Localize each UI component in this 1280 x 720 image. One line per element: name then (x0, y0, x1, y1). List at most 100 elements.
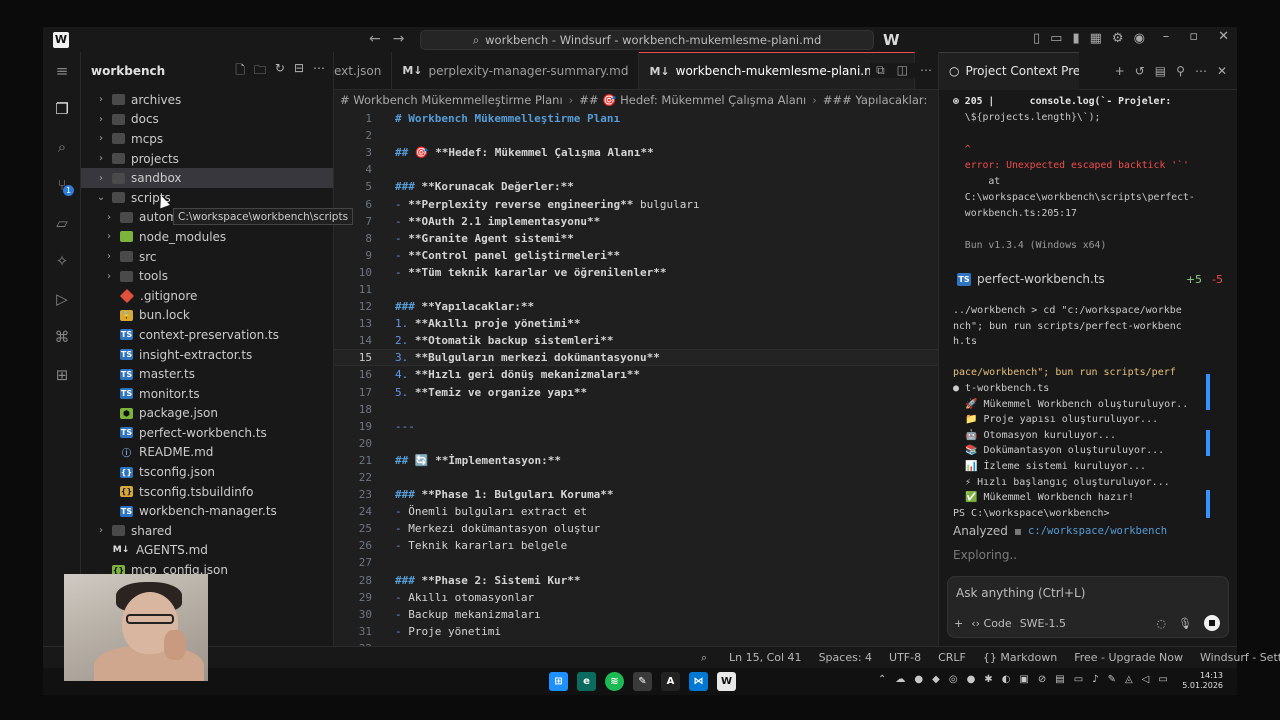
run-debug-icon[interactable]: ▷ (43, 280, 81, 318)
tree-item[interactable]: M↓ AGENTS.md (81, 541, 333, 561)
code-line[interactable]: 25- Merkezi dokümantasyon oluştur (334, 520, 938, 537)
tree-item[interactable]: › node_modules (81, 227, 333, 247)
toggle-sidebar-icon[interactable]: ▯ (1033, 31, 1040, 46)
code-line[interactable]: 24- Önemli bulguları extract et (334, 503, 938, 520)
refresh-icon[interactable]: ↻ (275, 61, 285, 82)
code-line[interactable]: 29- Akıllı otomasyonlar (334, 589, 938, 606)
command-center-search[interactable]: ⌕ workbench - Windsurf - workbench-mukem… (420, 30, 874, 50)
code-line[interactable]: 18 (334, 401, 938, 418)
code-line[interactable]: 11 (334, 281, 938, 298)
account-icon[interactable]: ◉ (1134, 31, 1145, 46)
new-folder-icon[interactable]: 🗀 (254, 61, 266, 82)
search-view-icon[interactable]: ⌕ (43, 128, 81, 166)
add-context-icon[interactable]: + (954, 617, 963, 630)
tray-app-icon[interactable]: ◆ (932, 674, 940, 685)
indentation[interactable]: Spaces: 4 (819, 651, 872, 664)
code-line[interactable]: 30- Backup mekanizmaları (334, 606, 938, 623)
code-line[interactable]: 15 3. **Bulguların merkezi dokümantasyonu… (334, 349, 938, 367)
gear-icon[interactable]: ⚙ (1112, 31, 1124, 46)
upgrade-link[interactable]: Free - Upgrade Now (1074, 651, 1183, 664)
code-line[interactable]: 1 # Workbench Mükemmelleştirme Planı (334, 110, 938, 127)
tree-item[interactable]: › tools (81, 266, 333, 286)
encoding[interactable]: UTF-8 (889, 651, 921, 664)
toggle-secondary-sidebar-icon[interactable]: ▮ (1072, 31, 1079, 46)
tree-item[interactable]: › mcps (81, 129, 333, 149)
clock[interactable]: 14:13 5.01.2026 (1182, 671, 1223, 691)
customize-layout-icon[interactable]: ▦ (1090, 31, 1102, 46)
tree-item[interactable]: TS perfect-workbench.ts (81, 423, 333, 443)
windsurf-taskbar-icon[interactable]: W (717, 672, 736, 691)
code-line[interactable]: 27 (334, 554, 938, 571)
split-editor-icon[interactable]: ◫ (897, 63, 908, 78)
tree-item[interactable]: {} tsconfig.json (81, 462, 333, 482)
tree-item[interactable]: › sandbox (81, 168, 333, 188)
tree-item[interactable]: › src (81, 247, 333, 267)
edge-browser-icon[interactable]: e (577, 672, 596, 691)
code-line[interactable]: 14 2. **Otomatik backup sistemleri** (334, 332, 938, 349)
new-chat-icon[interactable]: + (1115, 64, 1125, 78)
volume-icon[interactable]: ◁ (1142, 674, 1150, 685)
forward-arrow-icon[interactable]: → (393, 31, 405, 47)
maximize-icon[interactable]: ▫ (1189, 29, 1198, 44)
zoom-icon[interactable]: ⌕ (701, 651, 707, 665)
code-editor[interactable]: 1 # Workbench Mükemmelleştirme Planı 2 3 ## … (334, 110, 938, 646)
microphone-tray-icon[interactable]: ♪ (1092, 674, 1098, 685)
plug-icon[interactable]: ⚲ (1176, 64, 1185, 78)
windsurf-wave-icon[interactable]: W (883, 31, 900, 49)
battery-icon[interactable]: ▭ (1158, 674, 1167, 685)
line-ending[interactable]: CRLF (938, 651, 966, 664)
model-selector[interactable]: SWE-1.5 (1020, 617, 1066, 630)
code-line[interactable]: 20 (334, 435, 938, 452)
tree-item[interactable]: 🔒 bun.lock (81, 306, 333, 326)
tray-spotify-icon[interactable]: ● (967, 674, 976, 685)
tree-item[interactable]: TS context-preservation.ts (81, 325, 333, 345)
tree-item[interactable]: ⓘ README.md (81, 443, 333, 463)
code-line[interactable]: 4 (334, 161, 938, 178)
clipboard-icon[interactable]: ▤ (1155, 64, 1166, 78)
code-line[interactable]: 16 4. **Hızlı geri dönüş mekanizmaları** (334, 366, 938, 383)
tab-perplexity-manager-summary[interactable]: M↓ perplexity-manager-summary.md (392, 52, 640, 89)
tree-item[interactable]: {} tsconfig.tsbuildinfo (81, 482, 333, 502)
mode-selector[interactable]: ‹› Code (971, 617, 1011, 630)
tray-app-icon[interactable]: ▭ (1074, 674, 1083, 685)
tray-app-icon[interactable]: ▤ (1055, 674, 1064, 685)
git-graph-icon[interactable]: ✧ (43, 242, 81, 280)
tree-item[interactable]: TS insight-extractor.ts (81, 345, 333, 365)
tray-app-icon[interactable]: ◐ (1002, 674, 1011, 685)
code-line[interactable]: 22 (334, 469, 938, 486)
code-line[interactable]: 2 (334, 127, 938, 144)
tree-item[interactable]: .gitignore (81, 286, 333, 306)
tree-item[interactable]: ⌄ scripts (81, 188, 333, 208)
spotify-icon[interactable]: ≋ (605, 672, 624, 691)
close-chat-icon[interactable]: ✕ (1217, 64, 1227, 78)
cursor-position[interactable]: Ln 15, Col 41 (729, 651, 802, 664)
microphone-icon[interactable]: 🎙 (1178, 617, 1192, 630)
tree-item[interactable]: TS monitor.ts (81, 384, 333, 404)
breadcrumb-item[interactable]: ## 🎯 Hedef: Mükemmel Çalışma Alanı (579, 93, 806, 107)
code-line[interactable]: 8- **Granite Agent sistemi** (334, 230, 938, 247)
code-line[interactable]: 3 ## 🎯 **Hedef: Mükemmel Çalışma Alanı** (334, 144, 938, 161)
language-mode[interactable]: {} Markdown (983, 651, 1057, 664)
windows-start-icon[interactable]: ⊞ (549, 672, 568, 691)
vscode-icon[interactable]: ⋈ (689, 672, 708, 691)
network-icon[interactable]: ◬ (1125, 674, 1133, 685)
source-control-icon[interactable]: ⑂ 1 (43, 166, 81, 204)
menu-icon[interactable]: ≡ (43, 52, 81, 90)
notepad-icon[interactable]: ✎ (633, 672, 652, 691)
code-line[interactable]: 6- **Perplexity reverse engineering** bu… (334, 195, 938, 212)
chat-tab[interactable]: ○ Project Context Prese (939, 52, 1079, 90)
tray-app-icon[interactable]: ● (914, 674, 923, 685)
remote-icon[interactable]: ⌘ (43, 318, 81, 356)
edited-file-chip[interactable]: TS perfect-workbench.ts +5 -5 (957, 269, 1223, 289)
code-line[interactable]: 5 ### **Korunacak Değerler:** (334, 178, 938, 195)
tray-cloud-icon[interactable]: ☁ (895, 674, 905, 685)
breadcrumb-item[interactable]: # Workbench Mükemmelleştirme Planı (340, 93, 563, 107)
history-icon[interactable]: ↺ (1135, 64, 1145, 78)
code-line[interactable]: 13 1. **Akıllı proje yönetimi** (334, 315, 938, 332)
code-line[interactable]: 21 ## 🔄 **İmplementasyon:** (334, 452, 938, 469)
tab-ext-json[interactable]: ext.json (334, 52, 393, 89)
code-line[interactable]: 31- Proje yönetimi (334, 623, 938, 640)
tree-item[interactable]: › archives (81, 90, 333, 110)
map-icon[interactable]: ▱ (43, 204, 81, 242)
code-line[interactable]: 12 ### **Yapılacaklar:** (334, 298, 938, 315)
